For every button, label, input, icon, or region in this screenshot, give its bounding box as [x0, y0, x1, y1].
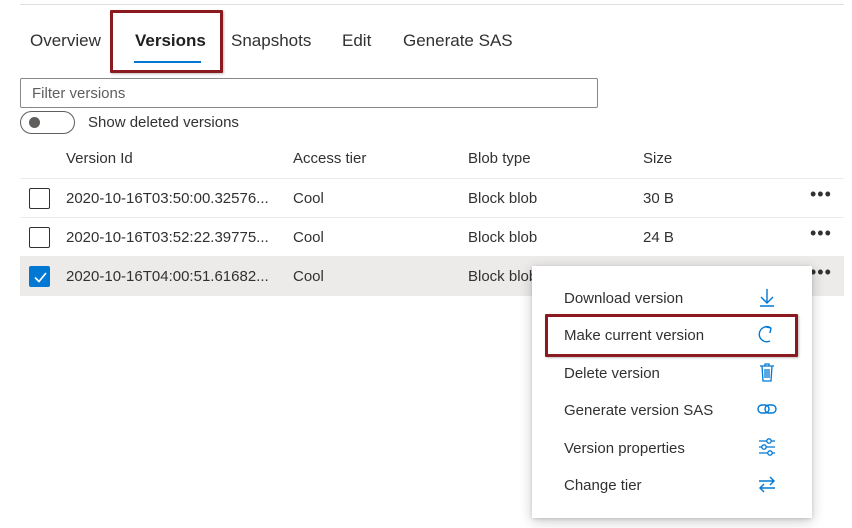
- version-id-cell: 2020-10-16T03:52:22.39775...: [66, 229, 269, 246]
- blob-type-cell: Block blob: [468, 190, 538, 207]
- table-row[interactable]: 2020-10-16T03:52:22.39775... Cool Block …: [20, 218, 844, 257]
- access-tier-cell: Cool: [293, 190, 324, 207]
- blob-type-cell: Block blob: [468, 268, 538, 285]
- version-id-cell: 2020-10-16T03:50:00.32576...: [66, 190, 269, 207]
- sliders-icon: [759, 438, 775, 456]
- menu-item-label: Download version: [564, 290, 684, 307]
- make-current-version-highlight-box: [545, 314, 798, 357]
- column-header-blob-type[interactable]: Blob type: [468, 150, 531, 167]
- menu-item-version-properties[interactable]: Version properties: [532, 430, 812, 466]
- table-row[interactable]: 2020-10-16T03:50:00.32576... Cool Block …: [20, 179, 844, 218]
- size-cell: 30 B: [643, 190, 674, 207]
- row-checkbox[interactable]: [29, 188, 50, 209]
- tab-overview[interactable]: Overview: [30, 31, 101, 51]
- column-header-size[interactable]: Size: [643, 150, 672, 167]
- tab-edit[interactable]: Edit: [342, 31, 371, 51]
- swap-arrows-icon: [759, 476, 775, 493]
- link-icon: [757, 404, 777, 414]
- version-context-menu: Download version Make current version De…: [532, 266, 812, 518]
- menu-item-delete-version[interactable]: Delete version: [532, 355, 812, 391]
- size-cell: 24 B: [643, 229, 674, 246]
- column-header-version-id[interactable]: Version Id: [66, 150, 133, 167]
- toggle-knob: [29, 117, 40, 128]
- tab-snapshots[interactable]: Snapshots: [231, 31, 311, 51]
- row-checkbox[interactable]: [29, 227, 50, 248]
- menu-item-label: Generate version SAS: [564, 402, 714, 419]
- column-header-access-tier[interactable]: Access tier: [293, 150, 366, 167]
- versions-tab-highlight-box: [110, 10, 223, 73]
- menu-item-change-tier[interactable]: Change tier: [532, 467, 812, 503]
- menu-item-download-version[interactable]: Download version: [532, 280, 812, 316]
- access-tier-cell: Cool: [293, 229, 324, 246]
- filter-versions-input[interactable]: [20, 78, 598, 108]
- tab-generate-sas[interactable]: Generate SAS: [403, 31, 513, 51]
- more-actions-button[interactable]: •••: [810, 263, 832, 281]
- menu-item-label: Delete version: [564, 365, 660, 382]
- access-tier-cell: Cool: [293, 268, 324, 285]
- blob-type-cell: Block blob: [468, 229, 538, 246]
- menu-item-label: Change tier: [564, 477, 642, 494]
- download-icon: [760, 289, 774, 307]
- trash-icon: [760, 363, 774, 382]
- version-id-cell: 2020-10-16T04:00:51.61682...: [66, 268, 269, 285]
- more-actions-button[interactable]: •••: [810, 224, 832, 242]
- row-checkbox-checked[interactable]: [29, 266, 50, 287]
- show-deleted-label: Show deleted versions: [88, 114, 239, 131]
- checkmark-icon: [34, 272, 47, 283]
- menu-item-generate-version-sas[interactable]: Generate version SAS: [532, 392, 812, 428]
- more-actions-button[interactable]: •••: [810, 185, 832, 203]
- menu-item-label: Version properties: [564, 440, 685, 457]
- show-deleted-toggle[interactable]: [20, 111, 75, 134]
